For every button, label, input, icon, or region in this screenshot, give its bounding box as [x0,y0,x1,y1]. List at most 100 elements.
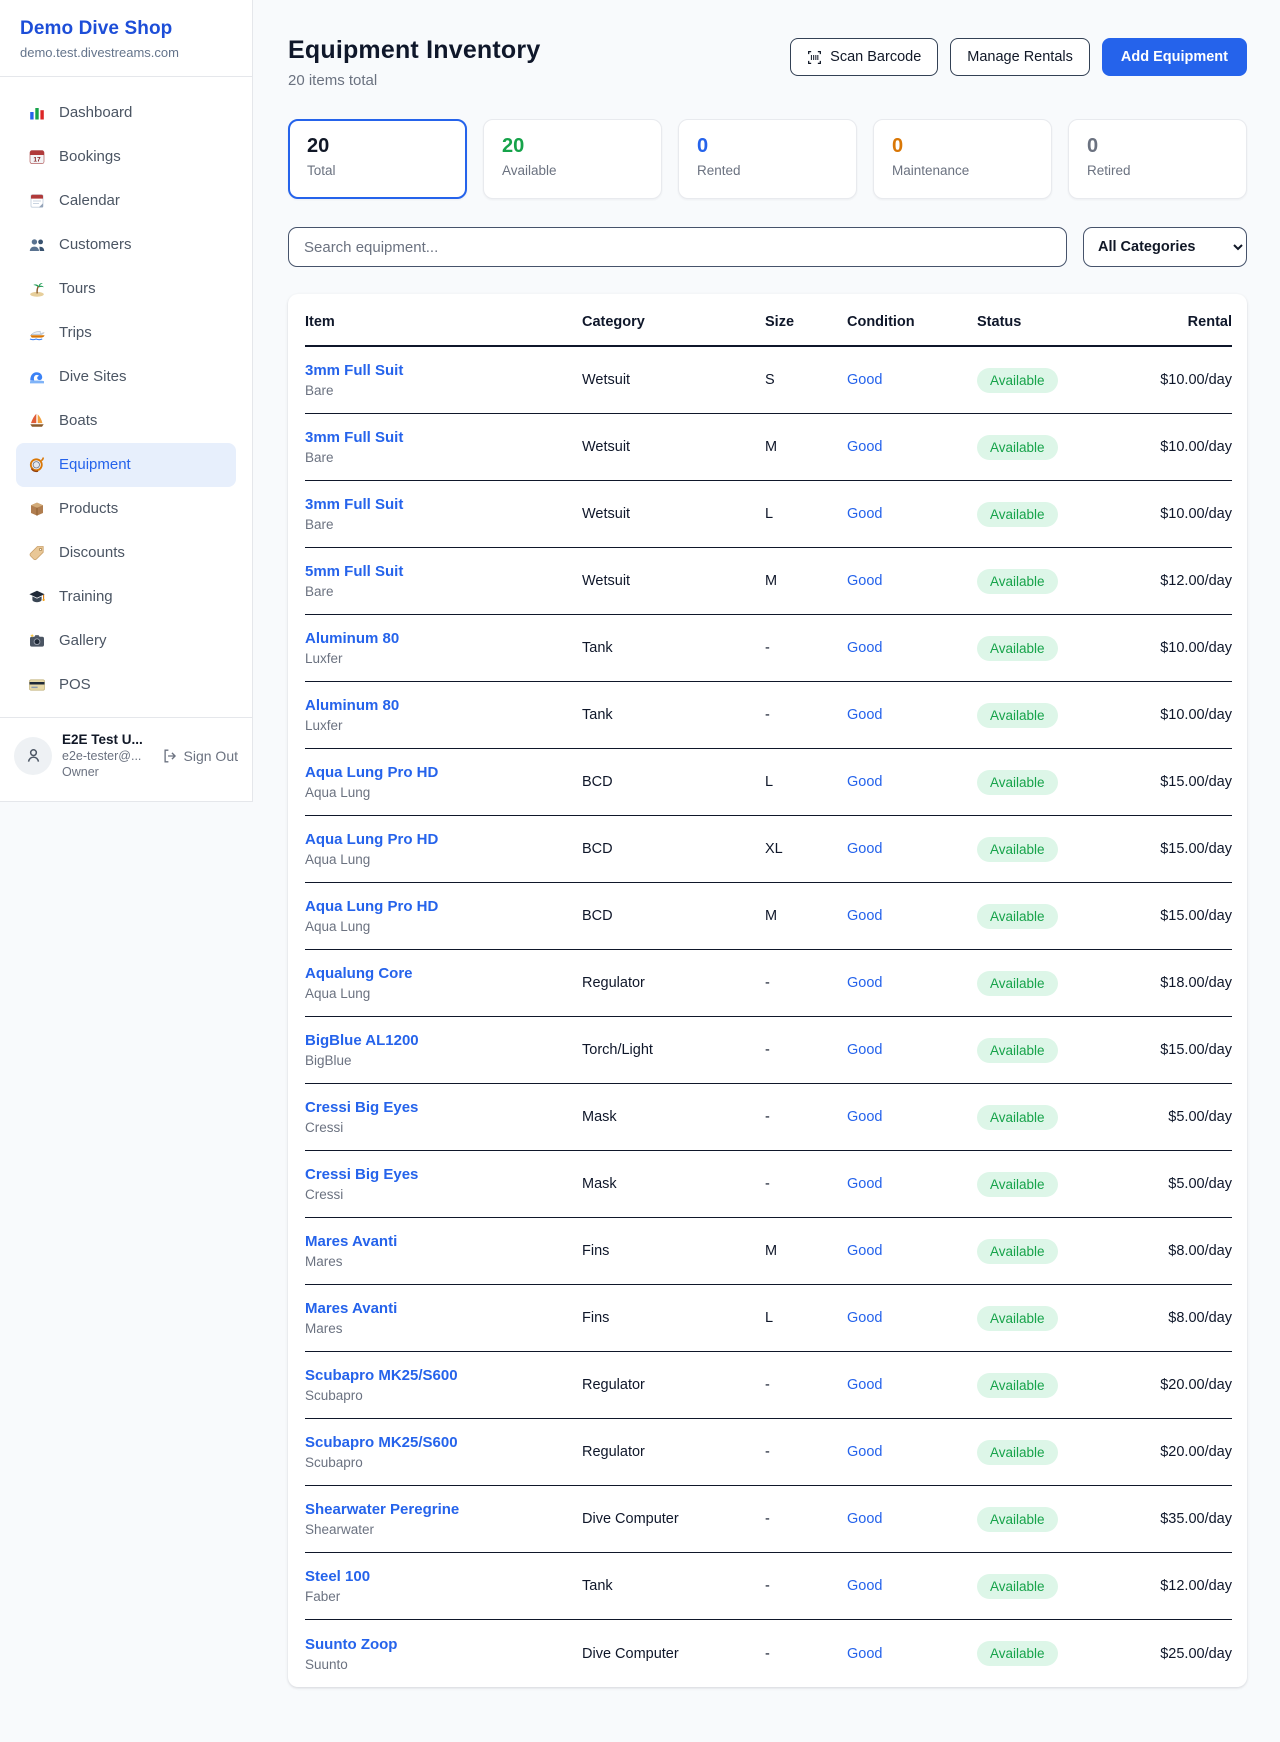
condition-link[interactable]: Good [847,1646,882,1662]
sidebar-item-tours[interactable]: Tours [16,267,236,311]
status-badge: Available [977,502,1058,527]
item-rental: $10.00/day [1127,640,1232,656]
item-name-link[interactable]: Aluminum 80 [305,630,399,647]
item-name-link[interactable]: Scubapro MK25/S600 [305,1434,458,1451]
discounts-icon [28,544,46,562]
add-equipment-button[interactable]: Add Equipment [1102,38,1247,76]
condition-link[interactable]: Good [847,1444,882,1460]
item-name-link[interactable]: BigBlue AL1200 [305,1032,419,1049]
stat-card-rented[interactable]: 0 Rented [678,119,857,199]
item-name-link[interactable]: Shearwater Peregrine [305,1501,459,1518]
trips-icon [28,324,46,342]
sidebar-item-discounts[interactable]: Discounts [16,531,236,575]
sidebar-item-equipment[interactable]: Equipment [16,443,236,487]
item-name-link[interactable]: Steel 100 [305,1568,370,1585]
sidebar-item-calendar[interactable]: Calendar [16,179,236,223]
stat-available-label: Available [502,163,643,178]
condition-link[interactable]: Good [847,1042,882,1058]
item-size: - [765,1176,847,1192]
sidebar-item-products[interactable]: Products [16,487,236,531]
item-name-link[interactable]: Cressi Big Eyes [305,1099,418,1116]
item-name-link[interactable]: 5mm Full Suit [305,563,403,580]
condition-link[interactable]: Good [847,908,882,924]
sign-out-button[interactable]: Sign Out [162,748,238,764]
condition-link[interactable]: Good [847,573,882,589]
tours-icon [28,280,46,298]
condition-link[interactable]: Good [847,1176,882,1192]
condition-link[interactable]: Good [847,975,882,991]
condition-link[interactable]: Good [847,707,882,723]
brand-title: Demo Dive Shop [20,18,232,40]
item-rental: $15.00/day [1127,774,1232,790]
status-badge: Available [977,1172,1058,1197]
condition-link[interactable]: Good [847,841,882,857]
sidebar-item-dive-sites[interactable]: Dive Sites [16,355,236,399]
sidebar-item-pos[interactable]: POS [16,663,236,707]
item-name-link[interactable]: Suunto Zoop [305,1636,397,1653]
condition-link[interactable]: Good [847,1109,882,1125]
stat-card-available[interactable]: 20 Available [483,119,662,199]
filter-row: All Categories [288,227,1247,267]
condition-link[interactable]: Good [847,1310,882,1326]
item-rental: $25.00/day [1127,1646,1232,1662]
item-name-link[interactable]: Aqua Lung Pro HD [305,898,438,915]
item-name-link[interactable]: Mares Avanti [305,1300,397,1317]
item-rental: $15.00/day [1127,841,1232,857]
condition-link[interactable]: Good [847,1243,882,1259]
item-name-link[interactable]: 3mm Full Suit [305,496,403,513]
sidebar-item-boats[interactable]: Boats [16,399,236,443]
item-brand: Bare [305,383,582,398]
stat-card-maintenance[interactable]: 0 Maintenance [873,119,1052,199]
condition-link[interactable]: Good [847,372,882,388]
stat-card-total[interactable]: 20 Total [288,119,467,199]
sidebar-item-trips[interactable]: Trips [16,311,236,355]
item-name-link[interactable]: 3mm Full Suit [305,429,403,446]
item-size: - [765,1377,847,1393]
item-name-link[interactable]: Aqua Lung Pro HD [305,764,438,781]
item-category: Dive Computer [582,1511,765,1527]
column-condition: Condition [847,314,977,330]
stat-card-retired[interactable]: 0 Retired [1068,119,1247,199]
item-name-link[interactable]: Aqua Lung Pro HD [305,831,438,848]
sidebar-item-training[interactable]: Training [16,575,236,619]
condition-link[interactable]: Good [847,640,882,656]
item-name-link[interactable]: Scubapro MK25/S600 [305,1367,458,1384]
item-brand: Faber [305,1589,582,1604]
scan-barcode-button[interactable]: Scan Barcode [790,38,938,76]
item-name-link[interactable]: Cressi Big Eyes [305,1166,418,1183]
condition-link[interactable]: Good [847,506,882,522]
condition-link[interactable]: Good [847,1511,882,1527]
column-status: Status [977,314,1127,330]
sidebar-item-gallery[interactable]: Gallery [16,619,236,663]
search-input[interactable] [288,227,1067,267]
column-rental: Rental [1127,314,1232,330]
item-category: Wetsuit [582,372,765,388]
item-name-link[interactable]: 3mm Full Suit [305,362,403,379]
dive-sites-icon [28,368,46,386]
condition-link[interactable]: Good [847,1578,882,1594]
condition-link[interactable]: Good [847,439,882,455]
sidebar-item-bookings[interactable]: 17 Bookings [16,135,236,179]
item-name-link[interactable]: Aluminum 80 [305,697,399,714]
item-rental: $15.00/day [1127,1042,1232,1058]
condition-link[interactable]: Good [847,774,882,790]
item-category: Fins [582,1310,765,1326]
item-name-link[interactable]: Mares Avanti [305,1233,397,1250]
table-row: Scubapro MK25/S600 Scubapro Regulator - … [305,1419,1232,1486]
item-category: Mask [582,1109,765,1125]
condition-link[interactable]: Good [847,1377,882,1393]
table-row: Shearwater Peregrine Shearwater Dive Com… [305,1486,1232,1553]
sidebar-item-customers[interactable]: Customers [16,223,236,267]
manage-rentals-button[interactable]: Manage Rentals [950,38,1090,76]
item-name-link[interactable]: Aqualung Core [305,965,413,982]
item-brand: Bare [305,584,582,599]
add-equipment-label: Add Equipment [1121,49,1228,65]
category-select[interactable]: All Categories [1083,227,1247,267]
status-badge: Available [977,435,1058,460]
item-rental: $18.00/day [1127,975,1232,991]
sidebar-item-dashboard[interactable]: Dashboard [16,91,236,135]
stat-total-value: 20 [307,133,448,159]
sidebar: Demo Dive Shop demo.test.divestreams.com… [0,0,253,802]
table-body: 3mm Full Suit Bare Wetsuit S Good Availa… [305,347,1232,1687]
item-size: - [765,1646,847,1662]
